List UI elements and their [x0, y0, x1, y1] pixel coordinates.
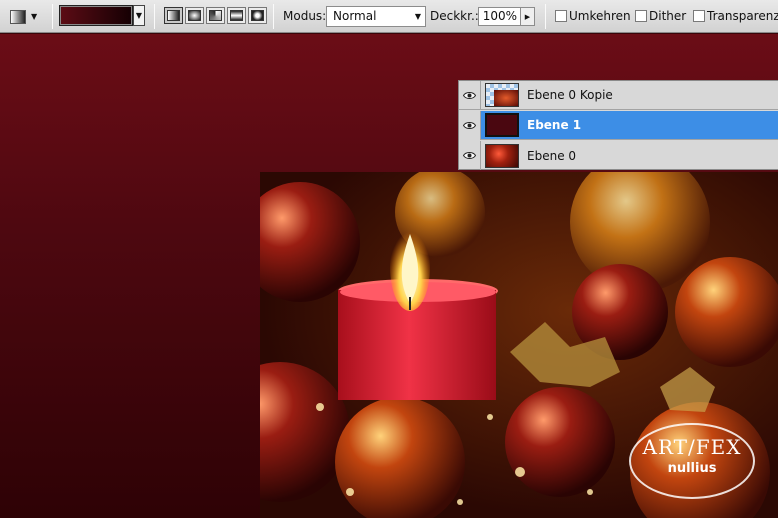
reflected-gradient-icon: [230, 10, 243, 21]
layer-name: Ebene 0 Kopie: [527, 88, 613, 102]
reverse-label: Umkehren: [569, 9, 631, 23]
layer-row-ebene-0-kopie[interactable]: Ebene 0 Kopie: [459, 80, 778, 110]
opacity-label: Deckkr.:: [430, 9, 479, 23]
tool-preset-picker[interactable]: ▼: [5, 6, 45, 27]
artifex-watermark: ART/FEX nullius: [629, 423, 755, 499]
divider: [154, 4, 155, 29]
visibility-eye-icon[interactable]: [459, 141, 481, 170]
options-bar: ▼ ▼ Modus: Normal ▼ Deckkr.: 100% ▶ Umke…: [0, 0, 778, 33]
reverse-checkbox[interactable]: [555, 10, 567, 22]
mode-select[interactable]: Normal ▼: [326, 6, 426, 27]
divider: [52, 4, 53, 29]
layer-thumbnail: [485, 113, 519, 137]
layer-thumbnail: [485, 83, 519, 107]
chevron-down-icon: ▼: [31, 12, 38, 21]
layer-name: Ebene 0: [527, 148, 577, 163]
layer-thumbnail: [485, 143, 519, 168]
dither-checkbox[interactable]: [635, 10, 647, 22]
transparency-label: Transparenz: [707, 9, 778, 23]
watermark-subtitle: nullius: [667, 461, 717, 476]
linear-gradient-button[interactable]: [164, 7, 183, 24]
dither-label: Dither: [649, 9, 687, 23]
gradient-type-group: [164, 7, 267, 24]
diamond-gradient-button[interactable]: [248, 7, 267, 24]
divider: [545, 4, 546, 29]
gradient-swatch[interactable]: [59, 5, 133, 26]
radial-gradient-icon: [188, 10, 201, 21]
gradient-picker-dropdown[interactable]: ▼: [133, 5, 145, 26]
layers-panel: Ebene 0 Kopie Ebene 1 Ebene 0: [458, 80, 778, 170]
angle-gradient-button[interactable]: [206, 7, 225, 24]
visibility-eye-icon[interactable]: [459, 80, 481, 110]
opacity-slider-arrow[interactable]: ▶: [520, 7, 535, 26]
gradient-tool-icon: [10, 9, 26, 24]
angle-gradient-icon: [209, 10, 222, 21]
opacity-field[interactable]: 100%: [478, 7, 521, 26]
transparency-checkbox[interactable]: [693, 10, 705, 22]
divider: [273, 4, 274, 29]
mode-label: Modus:: [283, 9, 327, 23]
chevron-down-icon: ▼: [414, 12, 421, 21]
diamond-gradient-icon: [251, 10, 264, 21]
layer-row-ebene-0[interactable]: Ebene 0: [459, 141, 778, 170]
linear-gradient-icon: [167, 10, 180, 21]
reflected-gradient-button[interactable]: [227, 7, 246, 24]
layer-row-ebene-1[interactable]: Ebene 1: [459, 110, 778, 140]
mode-value: Normal: [333, 9, 377, 23]
visibility-eye-icon[interactable]: [459, 110, 481, 140]
layer-name: Ebene 1: [527, 118, 582, 132]
radial-gradient-button[interactable]: [185, 7, 204, 24]
watermark-title: ART/FEX: [642, 435, 742, 459]
